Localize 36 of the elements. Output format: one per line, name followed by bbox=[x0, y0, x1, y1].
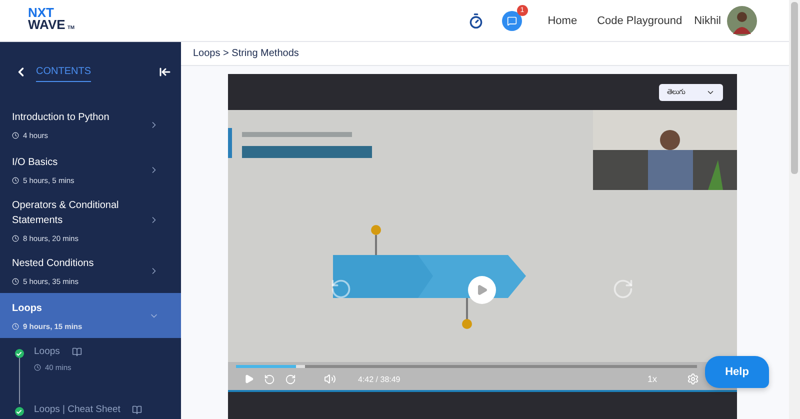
forward-icon[interactable] bbox=[612, 278, 634, 300]
nav-link[interactable]: Home bbox=[548, 14, 578, 26]
section-title: Operators & Conditional Statements bbox=[12, 198, 120, 228]
scrollbar-thumb[interactable] bbox=[791, 2, 798, 174]
play-icon[interactable] bbox=[244, 374, 254, 384]
forward-icon[interactable] bbox=[285, 374, 296, 384]
section-title: I/O Basics bbox=[12, 156, 59, 170]
timer-icon[interactable] bbox=[468, 12, 484, 28]
book-icon bbox=[72, 346, 82, 356]
lesson-title[interactable]: Loops bbox=[34, 346, 60, 357]
volume-icon[interactable] bbox=[324, 373, 336, 385]
chat-icon[interactable] bbox=[502, 10, 522, 30]
book-icon bbox=[132, 404, 142, 414]
help-button[interactable]: Help bbox=[705, 356, 769, 388]
clock-icon bbox=[12, 278, 19, 284]
avatar[interactable] bbox=[727, 6, 757, 36]
clock-icon bbox=[12, 234, 19, 242]
section-title: Introduction to Python bbox=[12, 110, 110, 124]
nav-link[interactable]: Code Playground bbox=[597, 14, 682, 26]
clock-icon bbox=[12, 322, 19, 330]
rewind-icon[interactable] bbox=[264, 374, 275, 384]
progress-bar[interactable] bbox=[236, 365, 697, 368]
clock-icon bbox=[12, 132, 19, 138]
clock-icon bbox=[34, 364, 41, 371]
breadcrumb: Loops > String Methods bbox=[181, 42, 789, 66]
clock-icon bbox=[12, 176, 19, 184]
time-display: 4:42 / 38:49 bbox=[358, 374, 400, 384]
contents-tab[interactable]: CONTENTS bbox=[36, 66, 91, 82]
rewind-icon[interactable] bbox=[330, 278, 352, 300]
lesson-title[interactable]: Loops | Cheat Sheet bbox=[34, 404, 120, 415]
section-title: Loops bbox=[12, 302, 43, 316]
settings-icon[interactable] bbox=[687, 373, 699, 385]
user-name[interactable]: Nikhil bbox=[694, 14, 721, 26]
section-title: Nested Conditions bbox=[12, 256, 95, 270]
collapse-icon[interactable] bbox=[159, 66, 171, 78]
play-icon bbox=[476, 284, 488, 296]
